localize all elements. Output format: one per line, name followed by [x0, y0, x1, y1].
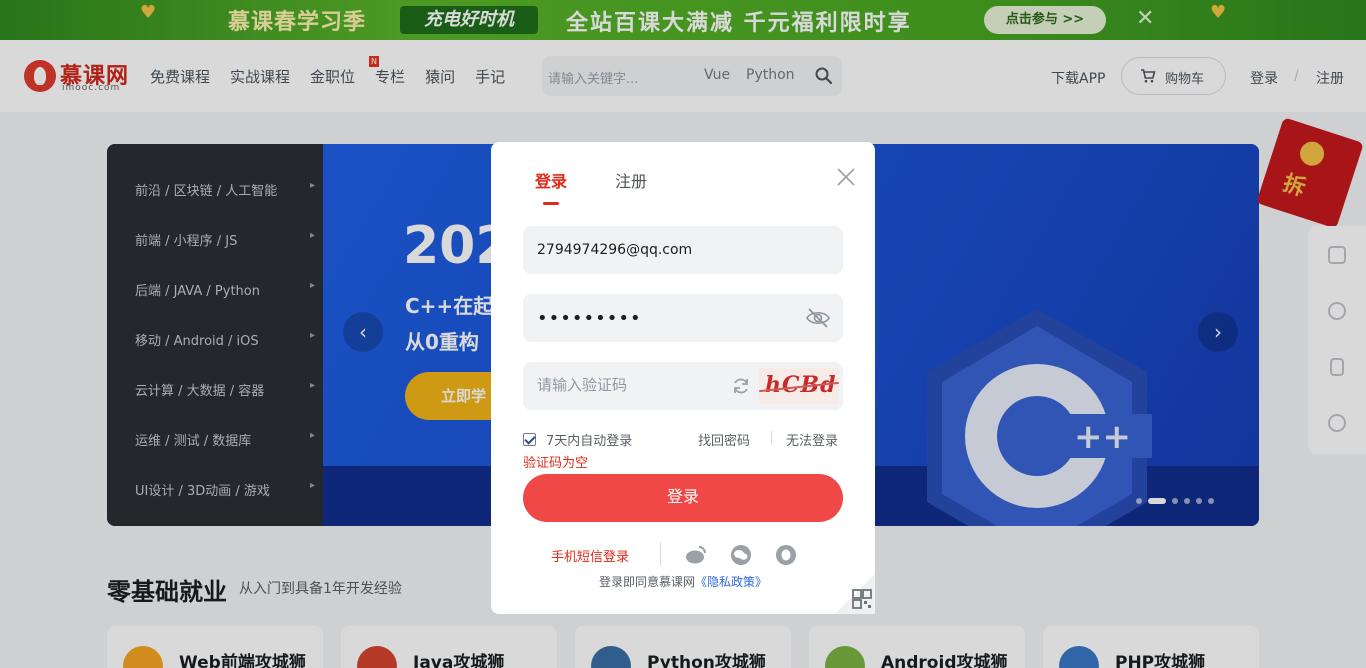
divider	[660, 542, 661, 566]
agreement-prefix: 登录即同意慕课网	[599, 575, 696, 589]
privacy-policy-link[interactable]: 《隐私政策》	[695, 575, 767, 589]
password-field[interactable]	[523, 294, 843, 342]
agreement-text: 登录即同意慕课网《隐私政策》	[599, 573, 767, 590]
cannot-login-link[interactable]: 无法登录	[786, 430, 838, 449]
error-message: 验证码为空	[523, 456, 589, 471]
tab-login[interactable]: 登录	[535, 168, 567, 192]
close-icon[interactable]	[835, 166, 857, 188]
wechat-icon[interactable]	[730, 544, 752, 566]
email-input[interactable]	[537, 226, 787, 274]
email-field[interactable]	[523, 226, 843, 274]
active-tab-indicator	[543, 202, 559, 205]
login-modal: 登录 注册 hCBd 7天内自动登录 找回密码 无法登录	[491, 142, 875, 614]
weibo-icon[interactable]	[685, 544, 707, 566]
tab-register[interactable]: 注册	[615, 168, 647, 192]
password-input[interactable]	[537, 294, 787, 342]
remember-label: 7天内自动登录	[546, 434, 633, 449]
sms-login-link[interactable]: 手机短信登录	[551, 546, 629, 565]
eye-off-icon[interactable]	[805, 306, 831, 330]
remember-checkbox[interactable]	[523, 433, 536, 446]
captcha-field[interactable]: hCBd	[523, 362, 843, 410]
refresh-icon[interactable]	[731, 376, 751, 396]
remember-me[interactable]: 7天内自动登录	[523, 430, 632, 449]
forgot-password-link[interactable]: 找回密码	[698, 430, 750, 449]
captcha-image[interactable]: hCBd	[759, 368, 839, 404]
qq-icon[interactable]	[775, 544, 797, 566]
divider	[771, 431, 772, 445]
login-button[interactable]: 登录	[523, 474, 843, 522]
qr-code-icon[interactable]	[835, 574, 875, 614]
